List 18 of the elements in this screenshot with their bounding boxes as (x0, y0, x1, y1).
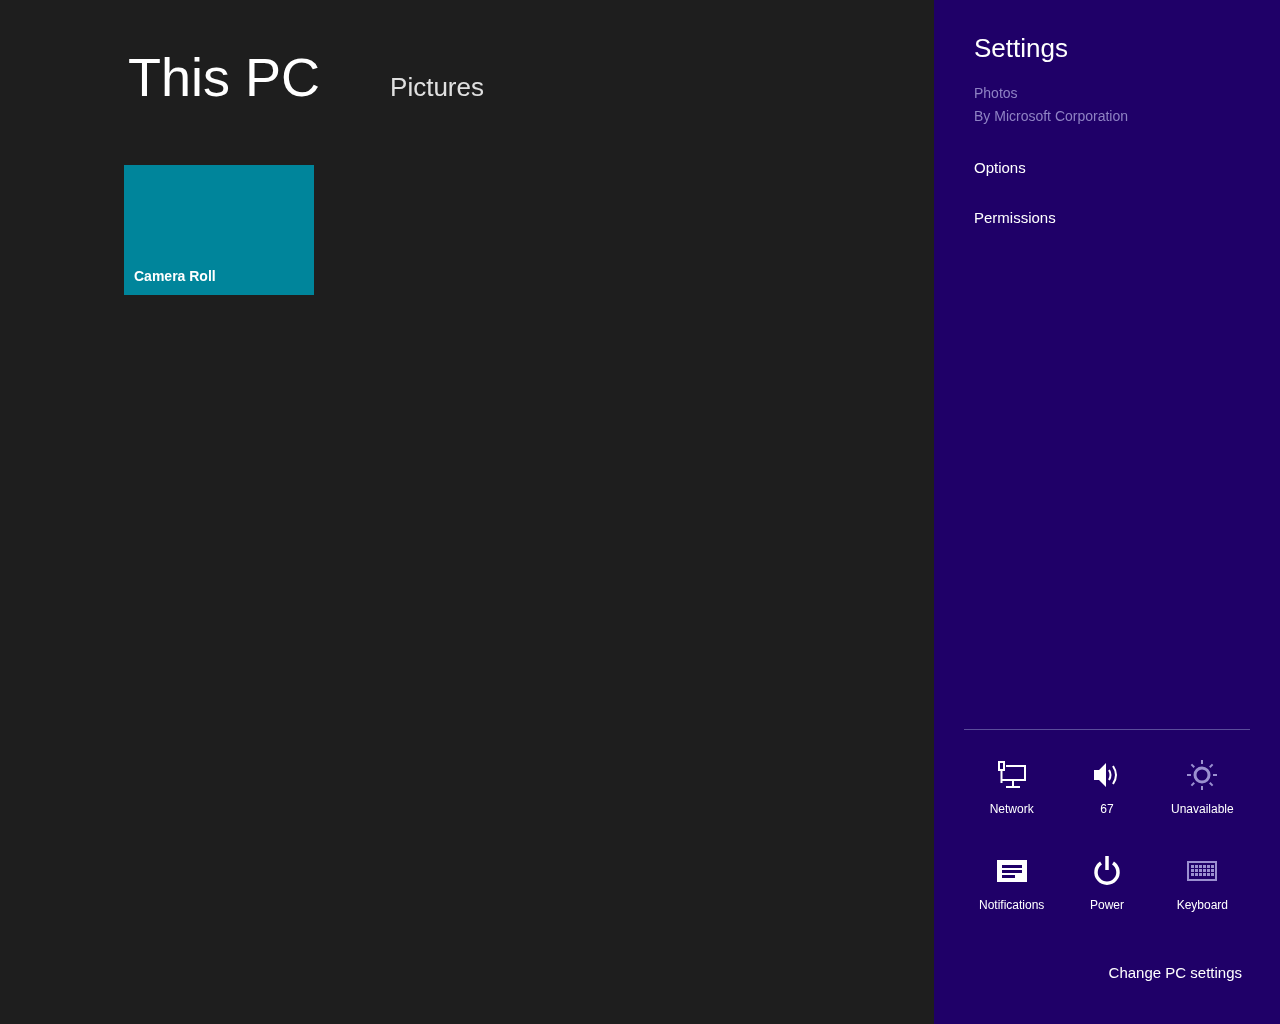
app-name: Photos (974, 83, 1019, 103)
quick-setting-button[interactable]: Power (1059, 853, 1155, 914)
quick-setting-button[interactable]: 67 (1059, 757, 1155, 818)
quick-setting-button[interactable]: Notifications (964, 853, 1060, 914)
folder-tile[interactable]: Camera Roll (124, 165, 314, 295)
brightness-icon (1186, 758, 1219, 791)
quick-setting-button[interactable]: Network (964, 757, 1060, 818)
network-icon (996, 760, 1027, 789)
change-pc-settings-link[interactable]: Change PC settings (1108, 961, 1242, 984)
pane-title: Settings (974, 32, 1069, 65)
message-icon (996, 859, 1027, 882)
publisher-text: By Microsoft Corporation (974, 106, 1130, 126)
breadcrumb-label[interactable]: Pictures (390, 68, 484, 107)
power-icon (1092, 854, 1122, 887)
page-title: This PC (128, 50, 321, 104)
settings-link[interactable]: Options (974, 156, 1026, 179)
settings-link[interactable]: Permissions (974, 207, 1056, 230)
keyboard-icon (1187, 860, 1218, 881)
